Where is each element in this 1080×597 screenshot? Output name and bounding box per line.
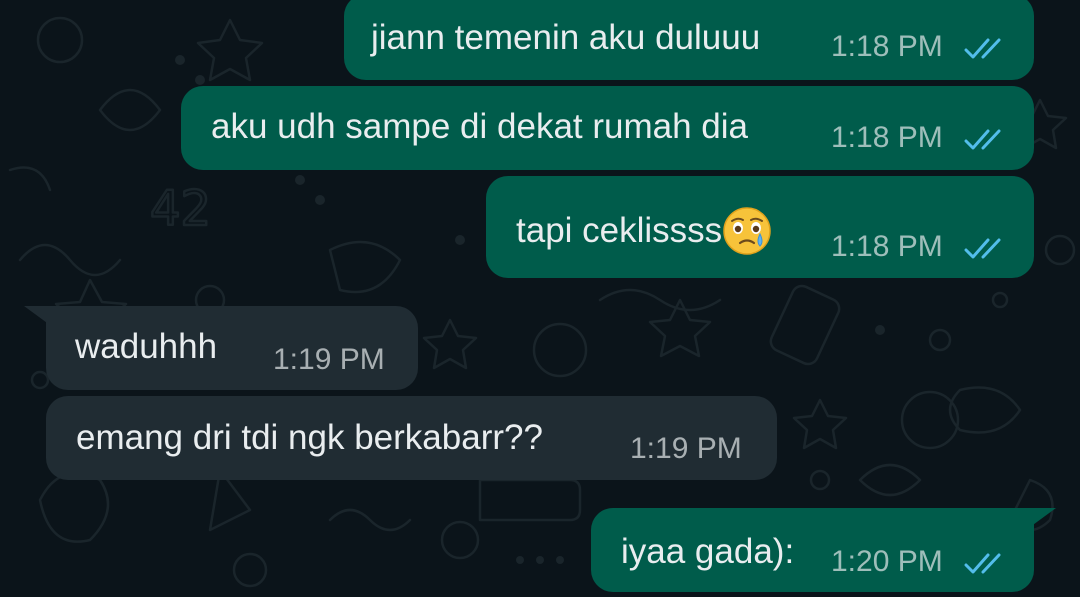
message-time: 1:20 PM — [831, 545, 943, 578]
message-time: 1:18 PM — [831, 230, 943, 263]
face-holding-back-tears-icon — [723, 207, 771, 255]
message-time: 1:18 PM — [831, 30, 943, 63]
message-time: 1:18 PM — [831, 121, 943, 154]
message-text: iyaa gada): — [621, 532, 795, 571]
message-text: emang dri tdi ngk berkabarr?? — [76, 418, 543, 457]
message-text: tapi ceklissss — [516, 206, 772, 256]
read-receipt-double-check-icon — [964, 553, 1001, 574]
message-bubble-outgoing[interactable]: iyaa gada): 1:20 PM — [591, 508, 1034, 592]
svg-text:42: 42 — [150, 181, 211, 237]
message-text: waduhhh — [75, 327, 218, 366]
message-time: 1:19 PM — [273, 343, 385, 376]
read-receipt-double-check-icon — [964, 38, 1001, 59]
message-bubble-incoming[interactable]: waduhhh 1:19 PM — [46, 306, 418, 390]
message-text: jiann temenin aku duluuu — [371, 18, 761, 57]
message-bubble-outgoing[interactable]: tapi ceklissss 1:18 PM — [486, 176, 1034, 278]
message-text: aku udh sampe di dekat rumah dia — [211, 107, 748, 146]
read-receipt-double-check-icon — [964, 129, 1001, 150]
message-bubble-incoming[interactable]: emang dri tdi ngk berkabarr?? 1:19 PM — [46, 396, 777, 480]
message-time: 1:19 PM — [630, 432, 742, 465]
message-bubble-outgoing[interactable]: jiann temenin aku duluuu 1:18 PM — [344, 0, 1034, 80]
message-bubble-outgoing[interactable]: aku udh sampe di dekat rumah dia 1:18 PM — [181, 86, 1034, 170]
message-text-content: tapi ceklissss — [516, 211, 723, 250]
read-receipt-double-check-icon — [964, 238, 1001, 259]
